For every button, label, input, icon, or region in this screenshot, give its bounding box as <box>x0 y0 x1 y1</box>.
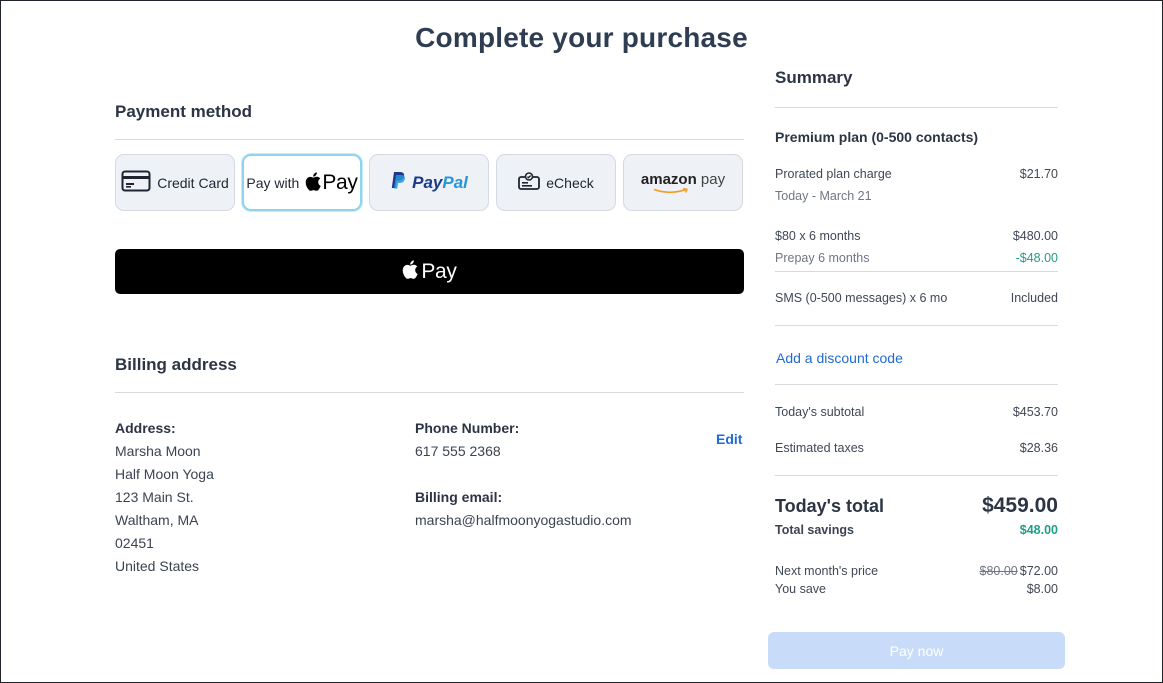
credit-card-option[interactable]: Credit Card <box>115 154 235 211</box>
you-save-row: You save $8.00 <box>775 582 1058 596</box>
add-discount-code-link[interactable]: Add a discount code <box>776 350 903 366</box>
prepay-value: -$48.00 <box>1015 251 1058 265</box>
prepay-row: Prepay 6 months -$48.00 <box>775 251 1058 265</box>
taxes-label: Estimated taxes <box>775 441 864 455</box>
next-month-new-price: $72.00 <box>1019 564 1058 578</box>
address-line: United States <box>115 558 200 574</box>
sms-value: Included <box>1010 291 1058 305</box>
prorated-period: Today - March 21 <box>775 189 872 203</box>
taxes-value: $28.36 <box>1019 441 1058 455</box>
savings-label: Total savings <box>775 523 854 537</box>
summary-divider <box>775 475 1058 476</box>
paypal-icon <box>390 171 406 194</box>
next-month-row: Next month's price $80.00 $72.00 <box>775 564 1058 578</box>
phone-value: 617 555 2368 <box>415 443 501 459</box>
address-line: Waltham, MA <box>115 512 199 528</box>
prorated-row: Prorated plan charge $21.70 <box>775 167 1058 181</box>
monthly-value: $480.00 <box>1012 229 1058 243</box>
email-label: Billing email: <box>415 489 503 505</box>
echeck-icon <box>518 172 541 193</box>
page-title: Complete your purchase <box>415 22 748 53</box>
total-value: $459.00 <box>982 494 1058 517</box>
apple-pay-option[interactable]: Pay with Pay <box>242 154 362 211</box>
address-line: 123 Main St. <box>115 489 194 505</box>
prorated-period-row: Today - March 21 <box>775 189 1058 203</box>
amazon-pay-option[interactable]: amazon pay <box>623 154 743 211</box>
apple-pay-button[interactable]: Pay <box>115 249 744 294</box>
next-month-label: Next month's price <box>775 564 879 578</box>
sms-label: SMS (0-500 messages) x 6 mo <box>775 291 948 305</box>
paypal-wordmark: PayPal <box>412 172 468 192</box>
payment-divider <box>115 139 744 140</box>
credit-card-icon <box>121 170 151 195</box>
summary-divider <box>775 271 1058 272</box>
summary-title: Summary <box>775 68 853 87</box>
address-block: Address: Marsha Moon Half Moon Yoga 123 … <box>115 420 214 578</box>
billing-divider <box>115 392 744 393</box>
you-save-value: $8.00 <box>1026 582 1058 596</box>
next-month-old-price: $80.00 <box>979 564 1018 578</box>
savings-value: $48.00 <box>1019 523 1058 537</box>
apple-pay-word: Pay <box>322 170 358 194</box>
savings-row: Total savings $48.00 <box>775 523 1058 537</box>
billing-address-heading: Billing address <box>115 355 237 374</box>
monthly-row: $80 x 6 months $480.00 <box>775 229 1058 243</box>
payment-method-options: Credit Card Pay with Pay PayPal eCheck a… <box>115 154 745 211</box>
prorated-label: Prorated plan charge <box>775 167 892 181</box>
paypal-option[interactable]: PayPal <box>369 154 489 211</box>
amazon-pay-logo-icon: amazon pay <box>641 172 725 194</box>
echeck-option[interactable]: eCheck <box>496 154 616 211</box>
plan-name: Premium plan (0-500 contacts) <box>775 129 979 145</box>
apple-logo-icon <box>402 259 419 284</box>
you-save-label: You save <box>775 582 826 596</box>
taxes-row: Estimated taxes $28.36 <box>775 441 1058 455</box>
monthly-label: $80 x 6 months <box>775 229 861 243</box>
total-row: Today's total $459.00 <box>775 494 1058 518</box>
prepay-label: Prepay 6 months <box>775 251 870 265</box>
summary-divider <box>775 325 1058 326</box>
address-label: Address: <box>115 420 176 436</box>
apple-logo-icon <box>305 171 322 194</box>
pay-now-button[interactable]: Pay now <box>768 632 1065 669</box>
email-value: marsha@halfmoonyogastudio.com <box>415 512 632 528</box>
email-block: Billing email: marsha@halfmoonyogastudio… <box>415 489 632 532</box>
summary-divider <box>775 384 1058 385</box>
phone-block: Phone Number: 617 555 2368 <box>415 420 519 463</box>
apple-pay-button-label: Pay <box>421 259 457 283</box>
summary-divider <box>775 107 1058 108</box>
phone-label: Phone Number: <box>415 420 520 436</box>
address-line: Half Moon Yoga <box>115 466 214 482</box>
payment-method-heading: Payment method <box>115 102 252 121</box>
address-line: 02451 <box>115 535 154 551</box>
subtotal-row: Today's subtotal $453.70 <box>775 405 1058 419</box>
subtotal-value: $453.70 <box>1012 405 1058 419</box>
total-label: Today's total <box>775 496 884 516</box>
subtotal-label: Today's subtotal <box>775 405 865 419</box>
credit-card-label: Credit Card <box>157 174 229 191</box>
edit-billing-link[interactable]: Edit <box>716 431 742 447</box>
sms-row: SMS (0-500 messages) x 6 mo Included <box>775 291 1058 305</box>
apple-pay-prefix: Pay with <box>246 174 300 191</box>
address-line: Marsha Moon <box>115 443 201 459</box>
echeck-label: eCheck <box>546 174 594 191</box>
prorated-value: $21.70 <box>1019 167 1058 181</box>
